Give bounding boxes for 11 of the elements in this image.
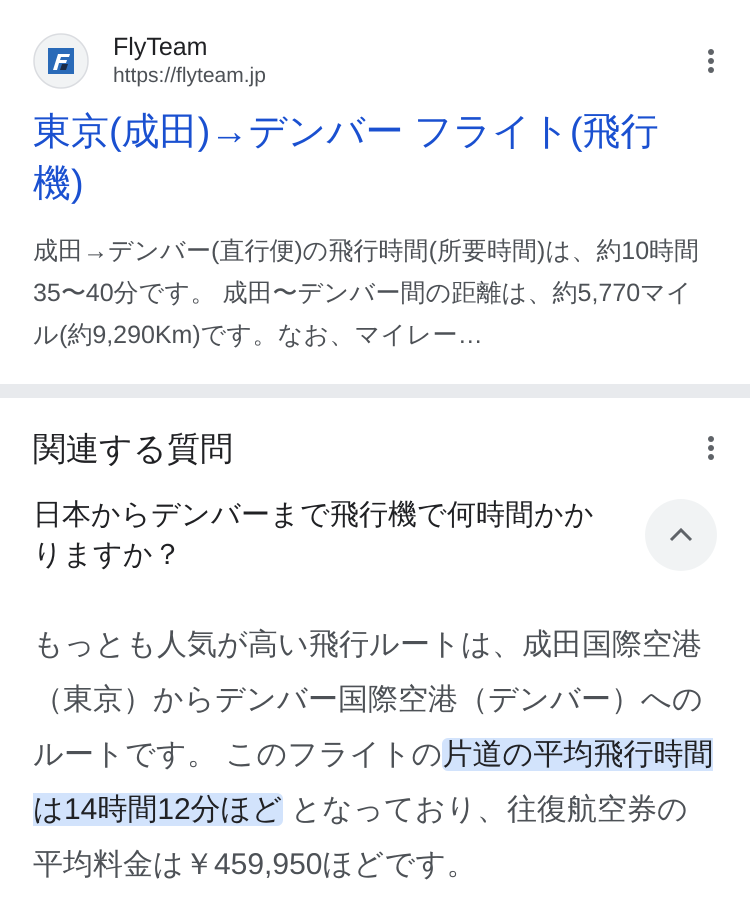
question-text[interactable]: 日本からデンバーまで飛行機で何時間かかりますか？ xyxy=(33,495,623,575)
result-snippet: 成田→デンバー(直行便)の飛行時間(所要時間)は、約10時間35〜40分です。 成田〜デンバー間の距離は、約5,770マイル(約9,290Km)です。なお、マイレー… xyxy=(33,236,700,350)
site-url: https://flyteam.jp xyxy=(113,63,267,90)
more-options-icon[interactable] xyxy=(705,434,717,462)
chevron-icon xyxy=(668,527,694,543)
site-name: FlyTeam xyxy=(113,32,208,63)
site-logo-icon xyxy=(33,32,89,89)
section-heading: 関連する質問 xyxy=(33,428,233,468)
result-title-link[interactable]: 東京(成田)→デンバー フライト(飛行機) xyxy=(33,106,693,210)
more-options-icon[interactable] xyxy=(705,46,717,75)
answer-paragraph: もっとも人気が高い飛行ルートは、成田国際空港（東京）からデンバー国際空港（デンバー）へのルートです。 このフライトの片道の平均飛行時間は14時間12分ほど となっており、往復航空券の平均料金は￥459,950ほどです。 xyxy=(33,627,714,883)
